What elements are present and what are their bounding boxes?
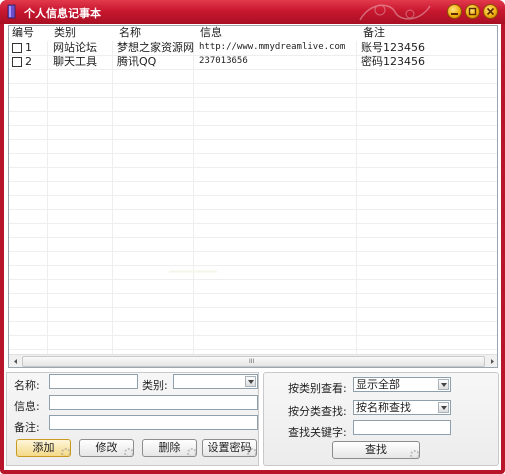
title-bar[interactable]: 个人信息记事本 <box>0 0 505 24</box>
search-panel: 按类别查看: 显示全部 按分类查找: 按名称查找 查找关键字: 查找 <box>263 372 499 466</box>
name-label: 名称: <box>14 379 40 392</box>
scrollbar-thumb[interactable]: III <box>22 356 485 367</box>
window-title: 个人信息记事本 <box>24 7 101 20</box>
info-input[interactable] <box>49 395 258 410</box>
info-label: 信息: <box>14 400 40 413</box>
scrollbar-grip: III <box>249 358 255 365</box>
row-name: 腾讯QQ <box>117 55 157 68</box>
add-button-label: 添加 <box>32 441 55 454</box>
gear-decoration-icon <box>124 448 133 456</box>
maximize-button[interactable] <box>465 4 480 19</box>
dropdown-arrow-icon <box>441 383 447 387</box>
delete-button-label: 删除 <box>158 441 181 454</box>
row-note: 账号123456 <box>361 41 425 54</box>
record-edit-panel: 名称: 类别: 信息: 备注: 添加 修改 删除 设置密码 <box>6 372 259 466</box>
category-label: 类别: <box>142 379 168 392</box>
edit-button-label: 修改 <box>95 441 118 454</box>
table-row[interactable]: 2 聊天工具 腾讯QQ 237013656 密码123456 <box>9 55 497 69</box>
gear-decoration-icon <box>410 450 419 458</box>
row-checkbox[interactable] <box>12 57 22 67</box>
scroll-right-arrow-icon[interactable] <box>486 356 498 367</box>
note-label: 备注: <box>14 421 40 434</box>
column-header-name[interactable]: 名称 <box>116 26 141 41</box>
column-header-id[interactable]: 编号 <box>9 26 34 41</box>
minimize-icon <box>451 13 458 15</box>
title-swirl-decoration <box>359 4 431 21</box>
maximize-icon <box>468 7 477 16</box>
search-button[interactable]: 查找 <box>332 441 420 459</box>
keyword-label: 查找关键字: <box>288 426 347 439</box>
row-info: 237013656 <box>199 56 248 66</box>
name-input[interactable] <box>49 374 138 389</box>
column-header-category[interactable]: 类别 <box>51 26 76 41</box>
list-header: 编号 类别 名称 信息 备注 <box>9 26 497 41</box>
search-by-category-label: 按分类查找: <box>288 405 347 418</box>
gear-decoration-icon <box>247 448 256 456</box>
record-list[interactable]: 编号 类别 名称 信息 备注 1 网站论坛 梦想之家资源网 http://www… <box>8 25 498 368</box>
delete-button[interactable]: 删除 <box>142 439 197 457</box>
client-area: 编号 类别 名称 信息 备注 1 网站论坛 梦想之家资源网 http://www… <box>4 24 501 470</box>
edit-button[interactable]: 修改 <box>79 439 134 457</box>
scroll-left-arrow-icon[interactable] <box>10 356 22 367</box>
app-window: 个人信息记事本 编号 类别 名称 信息 备注 1 网站论坛 梦想之家资源网 ht… <box>0 0 505 474</box>
column-header-info[interactable]: 信息 <box>197 26 222 41</box>
close-icon <box>486 7 495 16</box>
minimize-button[interactable] <box>447 4 462 19</box>
column-header-note[interactable]: 备注 <box>360 26 385 41</box>
gear-decoration-icon <box>187 448 196 456</box>
row-checkbox[interactable] <box>12 43 22 53</box>
row-name: 梦想之家资源网 <box>117 41 194 54</box>
search-by-category-select[interactable]: 按名称查找 <box>353 400 451 415</box>
view-by-category-label: 按类别查看: <box>288 382 347 395</box>
table-row[interactable]: 1 网站论坛 梦想之家资源网 http://www.mmydreamlive.c… <box>9 41 497 55</box>
gear-decoration-icon <box>61 448 70 456</box>
row-id: 2 <box>25 55 32 68</box>
keyword-input[interactable] <box>353 420 451 435</box>
row-category: 聊天工具 <box>53 55 97 68</box>
close-button[interactable] <box>483 4 498 19</box>
horizontal-scrollbar[interactable]: III <box>9 354 498 367</box>
app-notebook-icon <box>7 4 16 19</box>
row-category: 网站论坛 <box>53 41 97 54</box>
row-info: http://www.mmydreamlive.com <box>199 42 346 52</box>
view-by-category-select[interactable]: 显示全部 <box>353 377 451 392</box>
search-button-label: 查找 <box>365 443 387 456</box>
view-by-category-dropdown-button[interactable] <box>438 379 449 390</box>
dropdown-arrow-icon <box>248 380 254 384</box>
set-password-button[interactable]: 设置密码 <box>202 439 257 457</box>
view-by-category-value: 显示全部 <box>356 378 400 391</box>
row-note: 密码123456 <box>361 55 425 68</box>
search-by-category-dropdown-button[interactable] <box>438 402 449 413</box>
list-gridlines <box>9 41 497 354</box>
add-button[interactable]: 添加 <box>16 439 71 457</box>
note-input[interactable] <box>49 415 258 430</box>
category-dropdown-button[interactable] <box>245 376 256 387</box>
category-select[interactable] <box>173 374 258 389</box>
dropdown-arrow-icon <box>441 406 447 410</box>
row-id: 1 <box>25 41 32 54</box>
search-by-category-value: 按名称查找 <box>356 401 411 414</box>
